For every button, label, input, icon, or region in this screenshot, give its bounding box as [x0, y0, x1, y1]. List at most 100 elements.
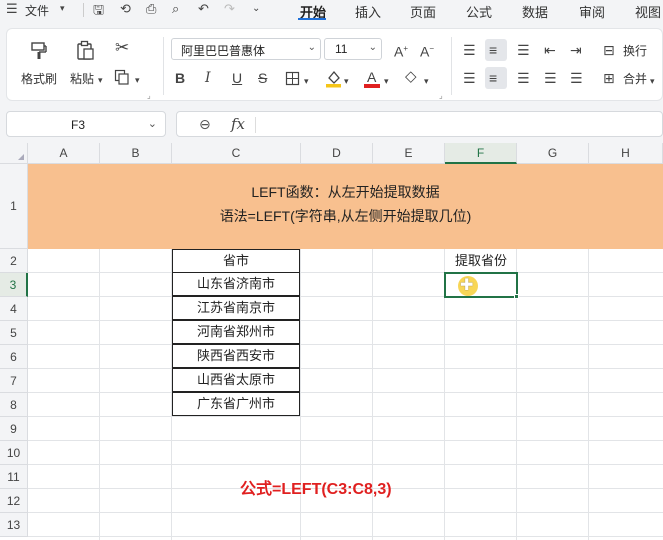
font-name-select[interactable]: 阿里巴巴普惠体 ⌄	[171, 38, 321, 60]
table-cell[interactable]: 江苏省南京市	[172, 296, 300, 320]
undo-icon[interactable]: ↶	[198, 1, 209, 17]
increase-font-icon[interactable]: A+	[394, 42, 408, 59]
row-header-13[interactable]: 13	[0, 513, 28, 537]
table-cell[interactable]: 广东省广州市	[172, 392, 300, 416]
fill-color-icon[interactable]	[325, 69, 342, 88]
divider	[255, 117, 256, 133]
column-header-h[interactable]: H	[589, 143, 663, 164]
copy-icon[interactable]	[114, 69, 130, 85]
increase-indent-icon[interactable]: ⇥	[570, 43, 582, 57]
tab-page[interactable]: 页面	[410, 2, 436, 21]
tab-review[interactable]: 审阅	[579, 2, 605, 21]
merge-cells-label[interactable]: 合并	[623, 70, 647, 87]
font-color-letter-icon: A	[367, 69, 377, 85]
name-box-value: F3	[71, 118, 86, 132]
redo-icon[interactable]: ↷	[224, 1, 235, 17]
formula-annotation[interactable]: 公式=LEFT(C3:C8,3)	[172, 475, 492, 499]
chevron-down-icon[interactable]: ▾	[60, 3, 65, 14]
border-icon[interactable]	[285, 71, 300, 86]
row-header-9[interactable]: 9	[0, 417, 28, 441]
clipboard-launcher-icon[interactable]: ⌟	[147, 91, 151, 100]
clear-dropdown-icon[interactable]: ▾	[424, 74, 429, 88]
row-header-2[interactable]: 2	[0, 249, 28, 273]
merge-cells-icon[interactable]: ⊞	[603, 71, 615, 85]
align-right-icon[interactable]: ☰	[517, 71, 530, 85]
tab-data[interactable]: 数据	[522, 2, 548, 21]
selected-cell-f3[interactable]	[444, 272, 518, 298]
wrap-text-icon[interactable]: ⊟	[603, 43, 615, 57]
hamburger-menu-icon[interactable]: ☰	[6, 1, 18, 17]
font-color-icon[interactable]: A	[364, 69, 381, 88]
decrease-font-icon[interactable]: A−	[420, 42, 434, 59]
row-header-4[interactable]: 4	[0, 297, 28, 321]
font-color-dropdown-icon[interactable]: ▾	[384, 74, 389, 88]
align-top-icon[interactable]: ☰	[463, 43, 476, 57]
tab-view[interactable]: 视图	[635, 2, 661, 21]
table-header-cell[interactable]: 省市	[172, 249, 300, 273]
extract-province-label[interactable]: 提取省份	[445, 249, 517, 273]
clear-format-icon[interactable]: ◇	[405, 69, 417, 84]
table-cell[interactable]: 山东省济南市	[172, 272, 300, 296]
print-preview-icon[interactable]: ⌕	[172, 1, 179, 17]
row-header-5[interactable]: 5	[0, 321, 28, 345]
paste-label[interactable]: 粘贴	[70, 70, 94, 87]
column-header-g[interactable]: G	[517, 143, 589, 164]
cut-icon[interactable]: ✂	[115, 39, 129, 56]
column-header-b[interactable]: B	[100, 143, 172, 164]
table-cell[interactable]: 陕西省西安市	[172, 344, 300, 368]
border-dropdown-icon[interactable]: ▾	[304, 74, 309, 88]
file-menu[interactable]: 文件	[25, 2, 49, 19]
justify-icon[interactable]: ☰	[544, 71, 557, 85]
tab-formula[interactable]: 公式	[466, 2, 492, 21]
strikethrough-icon[interactable]: S	[258, 71, 267, 85]
merge-dropdown-icon[interactable]: ▾	[650, 74, 655, 88]
row-header-1[interactable]: 1	[0, 164, 28, 249]
select-all-corner[interactable]	[0, 143, 28, 164]
more-chevron-icon[interactable]: ⌄	[252, 3, 260, 14]
name-box[interactable]: F3 ⌄	[6, 111, 166, 137]
print-icon[interactable]: ⎙	[146, 1, 156, 17]
wrap-text-label[interactable]: 换行	[623, 42, 647, 59]
underline-icon[interactable]: U	[232, 71, 242, 85]
decrease-indent-icon[interactable]: ⇤	[544, 43, 556, 57]
spreadsheet-grid[interactable]: A B C D E F G H 1 2 3 4 5 6 7 8 9 10 11 …	[0, 143, 663, 540]
font-size-select[interactable]: 11 ⌄	[324, 38, 382, 60]
row-header-3[interactable]: 3	[0, 273, 28, 297]
row-header-11[interactable]: 11	[0, 465, 28, 489]
format-painter-label[interactable]: 格式刷	[21, 70, 57, 87]
align-bottom-icon[interactable]: ☰	[517, 43, 530, 57]
chevron-down-icon[interactable]: ⌄	[148, 117, 157, 130]
column-header-c[interactable]: C	[172, 143, 301, 164]
align-center-icon[interactable]: ≡	[489, 71, 497, 85]
format-painter-icon[interactable]	[29, 41, 49, 61]
align-left-icon[interactable]: ☰	[463, 71, 476, 85]
tab-insert[interactable]: 插入	[355, 2, 381, 21]
chevron-down-icon: ⌄	[307, 42, 316, 53]
column-header-e[interactable]: E	[373, 143, 445, 164]
zoom-formula-icon[interactable]: ⊖	[199, 116, 211, 133]
italic-icon[interactable]: I	[205, 71, 211, 85]
table-cell[interactable]: 河南省郑州市	[172, 320, 300, 344]
fill-color-dropdown-icon[interactable]: ▾	[344, 74, 349, 88]
row-header-12[interactable]: 12	[0, 489, 28, 513]
bold-icon[interactable]: B	[175, 71, 185, 85]
paste-dropdown-icon[interactable]: ▾	[98, 73, 103, 87]
paste-icon[interactable]	[75, 40, 95, 60]
column-header-f[interactable]: F	[445, 143, 517, 164]
row-header-7[interactable]: 7	[0, 369, 28, 393]
column-header-a[interactable]: A	[28, 143, 100, 164]
table-cell[interactable]: 山西省太原市	[172, 368, 300, 392]
row-header-8[interactable]: 8	[0, 393, 28, 417]
share-icon[interactable]: ⟲	[120, 1, 131, 17]
title-banner-cell[interactable]: LEFT函数：从左开始提取数据 语法=LEFT(字符串,从左侧开始提取几位)	[28, 164, 663, 249]
align-middle-icon[interactable]: ≡	[489, 43, 497, 57]
column-header-d[interactable]: D	[301, 143, 373, 164]
fill-handle[interactable]	[514, 294, 519, 299]
copy-dropdown-icon[interactable]: ▾	[135, 73, 140, 87]
fx-icon[interactable]: fx	[231, 115, 245, 133]
formula-input-area[interactable]: ⊖ fx	[176, 111, 663, 137]
row-header-6[interactable]: 6	[0, 345, 28, 369]
distribute-icon[interactable]: ☰	[570, 71, 583, 85]
font-launcher-icon[interactable]: ⌟	[439, 91, 443, 100]
row-header-10[interactable]: 10	[0, 441, 28, 465]
